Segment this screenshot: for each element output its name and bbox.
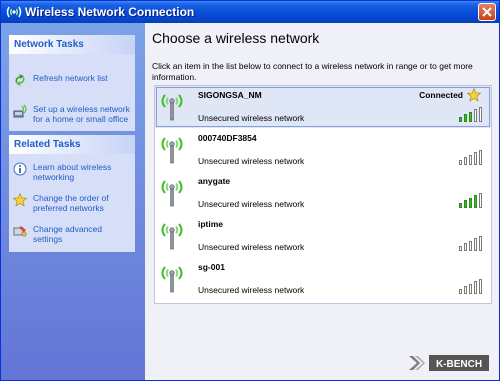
network-security: Unsecured wireless network <box>198 242 305 252</box>
signal-strength <box>459 192 483 208</box>
title-bar[interactable]: Wireless Network Connection <box>1 1 499 23</box>
close-button[interactable] <box>478 3 496 21</box>
signal-bar <box>459 289 462 294</box>
signal-bar <box>479 278 482 294</box>
refresh-network-list-link[interactable]: Refresh network list <box>13 73 133 87</box>
signal-bar <box>479 106 482 122</box>
signal-bar <box>469 240 472 251</box>
signal-bar <box>469 283 472 294</box>
signal-bar <box>474 152 477 165</box>
network-list-item[interactable]: iptime Unsecured wireless network <box>155 215 491 257</box>
network-ssid: SIGONGSA_NM <box>198 90 262 100</box>
network-security: Unsecured wireless network <box>198 199 305 209</box>
svg-text:K-BENCH: K-BENCH <box>436 359 482 370</box>
network-ssid: anygate <box>198 176 231 186</box>
preferred-star-icon <box>467 88 481 102</box>
signal-bar <box>469 154 472 165</box>
setup-network-icon <box>13 104 27 118</box>
kbench-logo: K-BENCH <box>405 352 491 374</box>
change-advanced-settings-label: Change advanced settings <box>33 224 103 244</box>
signal-bar <box>474 195 477 208</box>
signal-bar <box>464 286 467 294</box>
network-tasks-header[interactable]: Network Tasks <box>9 35 135 54</box>
wireless-antenna-icon <box>161 94 183 121</box>
settings-icon <box>13 226 27 237</box>
signal-strength <box>459 106 483 122</box>
wireless-network-icon <box>6 6 22 18</box>
close-icon <box>482 7 492 17</box>
related-tasks-box: Related Tasks Learn about wireless netwo… <box>9 135 135 252</box>
refresh-network-list-label: Refresh network list <box>33 73 108 83</box>
signal-bar <box>464 200 467 208</box>
signal-bar <box>479 235 482 251</box>
network-security: Unsecured wireless network <box>198 113 305 123</box>
info-icon <box>13 162 27 176</box>
network-list[interactable]: SIGONGSA_NM Unsecured wireless network C… <box>154 85 492 304</box>
signal-bar <box>474 238 477 251</box>
signal-strength <box>459 235 483 251</box>
network-security: Unsecured wireless network <box>198 156 305 166</box>
signal-bar <box>464 243 467 251</box>
network-ssid: iptime <box>198 219 224 229</box>
learn-wireless-networking-link[interactable]: Learn about wireless networking <box>13 162 133 184</box>
refresh-icon <box>15 74 25 86</box>
change-advanced-settings-link[interactable]: Change advanced settings <box>13 224 133 246</box>
network-tasks-box: Network Tasks Refresh network list Set u… <box>9 35 135 131</box>
signal-bar <box>474 281 477 294</box>
signal-bar <box>469 197 472 208</box>
network-list-item[interactable]: sg-001 Unsecured wireless network <box>155 258 491 300</box>
window-title: Wireless Network Connection <box>25 5 195 19</box>
signal-bar <box>469 111 472 122</box>
page-description: Click an item in the list below to conne… <box>152 61 473 82</box>
wireless-antenna-icon <box>161 180 183 207</box>
signal-bar <box>459 160 462 165</box>
signal-bar <box>459 117 462 122</box>
wireless-antenna-icon <box>161 266 183 293</box>
signal-bar <box>479 149 482 165</box>
signal-strength <box>459 278 483 294</box>
wireless-antenna-icon <box>161 137 183 164</box>
signal-bar <box>464 157 467 165</box>
change-preferred-order-label: Change the order of preferred networks <box>33 193 109 213</box>
main-pane: Choose a wireless network Click an item … <box>145 23 499 380</box>
change-preferred-order-link[interactable]: Change the order of preferred networks <box>13 193 133 215</box>
network-ssid: 000740DF3854 <box>198 133 257 143</box>
page-title: Choose a wireless network <box>152 30 320 46</box>
related-tasks-header[interactable]: Related Tasks <box>9 135 135 154</box>
signal-strength <box>459 149 483 165</box>
setup-wireless-network-link[interactable]: Set up a wireless network for a home or … <box>13 104 133 126</box>
signal-bar <box>479 192 482 208</box>
setup-wireless-network-label: Set up a wireless network for a home or … <box>33 104 130 124</box>
signal-bar <box>464 114 467 122</box>
network-security: Unsecured wireless network <box>198 285 305 295</box>
connection-status: Connected <box>419 90 463 100</box>
window: Wireless Network Connection Network Task… <box>0 0 500 381</box>
signal-bar <box>459 203 462 208</box>
network-list-item[interactable]: anygate Unsecured wireless network <box>155 172 491 214</box>
network-ssid: sg-001 <box>198 262 225 272</box>
network-list-item[interactable]: 000740DF3854 Unsecured wireless network <box>155 129 491 171</box>
wireless-antenna-icon <box>161 223 183 250</box>
signal-bar <box>474 109 477 122</box>
star-icon <box>13 193 27 207</box>
learn-wireless-networking-label: Learn about wireless networking <box>33 162 112 182</box>
task-pane: Network Tasks Refresh network list Set u… <box>1 23 145 380</box>
signal-bar <box>459 246 462 251</box>
network-list-item[interactable]: SIGONGSA_NM Unsecured wireless network C… <box>155 86 491 128</box>
